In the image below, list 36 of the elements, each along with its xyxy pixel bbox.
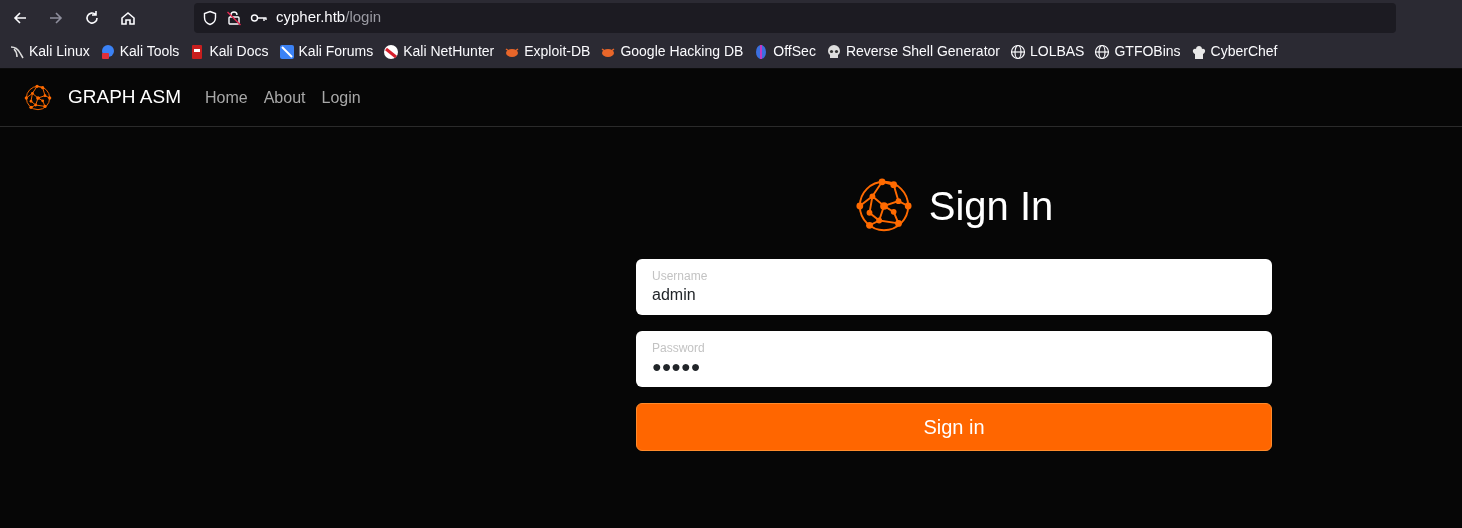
password-field[interactable]: Password ●●●●● bbox=[636, 331, 1272, 387]
bookmark-link[interactable]: Google Hacking DB bbox=[595, 41, 749, 62]
username-input[interactable]: admin bbox=[652, 283, 1256, 307]
bookmark-link[interactable]: OffSec bbox=[748, 41, 821, 62]
bookmark-link[interactable]: Kali Docs bbox=[184, 41, 274, 62]
field-label: Username bbox=[652, 269, 709, 283]
bookmark-link[interactable]: Reverse Shell Generator bbox=[820, 41, 1005, 62]
bookmark-link[interactable]: Kali Linux bbox=[4, 41, 95, 62]
shield-icon[interactable] bbox=[202, 9, 218, 26]
bookmark-link[interactable]: Kali NetHunter bbox=[378, 41, 500, 62]
nav-link[interactable]: Home bbox=[205, 85, 248, 110]
username-field[interactable]: Username admin bbox=[636, 259, 1272, 315]
nav-link[interactable]: Login bbox=[321, 85, 361, 110]
bookmark-link[interactable]: CyberChef bbox=[1185, 41, 1283, 62]
chef-hat-icon bbox=[1190, 43, 1207, 60]
page-title: Sign In bbox=[928, 183, 1054, 230]
password-input[interactable]: ●●●●● bbox=[652, 355, 1256, 379]
nav-link[interactable]: About bbox=[263, 85, 306, 110]
reload-icon bbox=[84, 9, 100, 26]
globe-icon bbox=[1094, 43, 1111, 60]
field-label: Password bbox=[652, 341, 706, 355]
back-icon bbox=[12, 9, 28, 26]
skull-icon bbox=[825, 43, 842, 60]
bookmark-link[interactable]: LOLBAS bbox=[1004, 41, 1090, 62]
brand-link[interactable]: GRAPH ASM bbox=[68, 83, 181, 112]
bookmark-link[interactable]: Exploit-DB bbox=[499, 41, 596, 62]
bookmark-link[interactable]: GTFOBins bbox=[1089, 41, 1186, 62]
kali-tools-icon bbox=[99, 43, 116, 60]
forward-icon bbox=[48, 9, 64, 26]
insecure-lock-icon[interactable] bbox=[226, 9, 242, 26]
bookmark-link[interactable]: Kali Forums bbox=[273, 41, 379, 62]
home-icon bbox=[120, 9, 136, 26]
bookmark-link[interactable]: Kali Tools bbox=[94, 41, 185, 62]
url-text[interactable]: cypher.htb/login bbox=[276, 6, 382, 29]
globe-icon bbox=[1009, 43, 1026, 60]
network-globe-logo-icon bbox=[24, 83, 52, 112]
